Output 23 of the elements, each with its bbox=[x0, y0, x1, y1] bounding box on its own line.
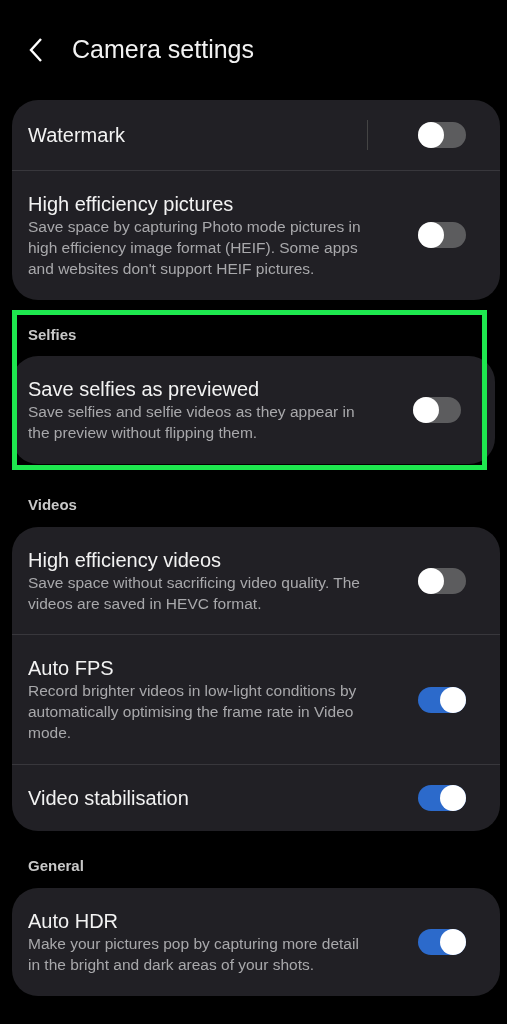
section-label: General bbox=[27, 856, 85, 877]
setting-description: Make your pictures pop by capturing more detail in the bright and dark areas of your shots. bbox=[28, 933, 360, 975]
setting-title: High efficiency videos bbox=[28, 547, 223, 573]
setting-description: Record brighter videos in low-light conditions by automatically optimising the frame rate in Video mode. bbox=[28, 681, 358, 744]
setting-title: Auto FPS bbox=[28, 656, 115, 682]
setting-description: Save space without sacrificing video quality. The videos are saved in HEVC format. bbox=[28, 572, 361, 614]
section-label: Videos bbox=[27, 495, 78, 516]
setting-description: Save selfies and selfie videos as they appear in the preview without flipping them. bbox=[28, 402, 356, 444]
page-title: Camera settings bbox=[72, 34, 255, 66]
setting-title: Video stabilisation bbox=[28, 786, 190, 812]
toggle-switch[interactable] bbox=[413, 397, 461, 424]
toggle-switch[interactable] bbox=[418, 122, 466, 148]
setting-title: Auto HDR bbox=[28, 908, 120, 934]
toggle-switch[interactable] bbox=[418, 567, 466, 594]
toggle-switch[interactable] bbox=[418, 222, 466, 249]
section-label: Selfies bbox=[27, 324, 78, 345]
toggle-switch[interactable] bbox=[418, 928, 466, 955]
setting-title: Watermark bbox=[28, 123, 127, 148]
setting-title: High efficiency pictures bbox=[28, 192, 235, 217]
toggle-switch[interactable] bbox=[418, 686, 466, 713]
toggle-switch[interactable] bbox=[418, 785, 466, 812]
setting-description: Save space by capturing Photo mode pictures in high efficiency image format (HEIF). Some apps and websites don't support HEIF pictures. bbox=[28, 217, 362, 279]
setting-title: Save selfies as previewed bbox=[28, 377, 261, 403]
